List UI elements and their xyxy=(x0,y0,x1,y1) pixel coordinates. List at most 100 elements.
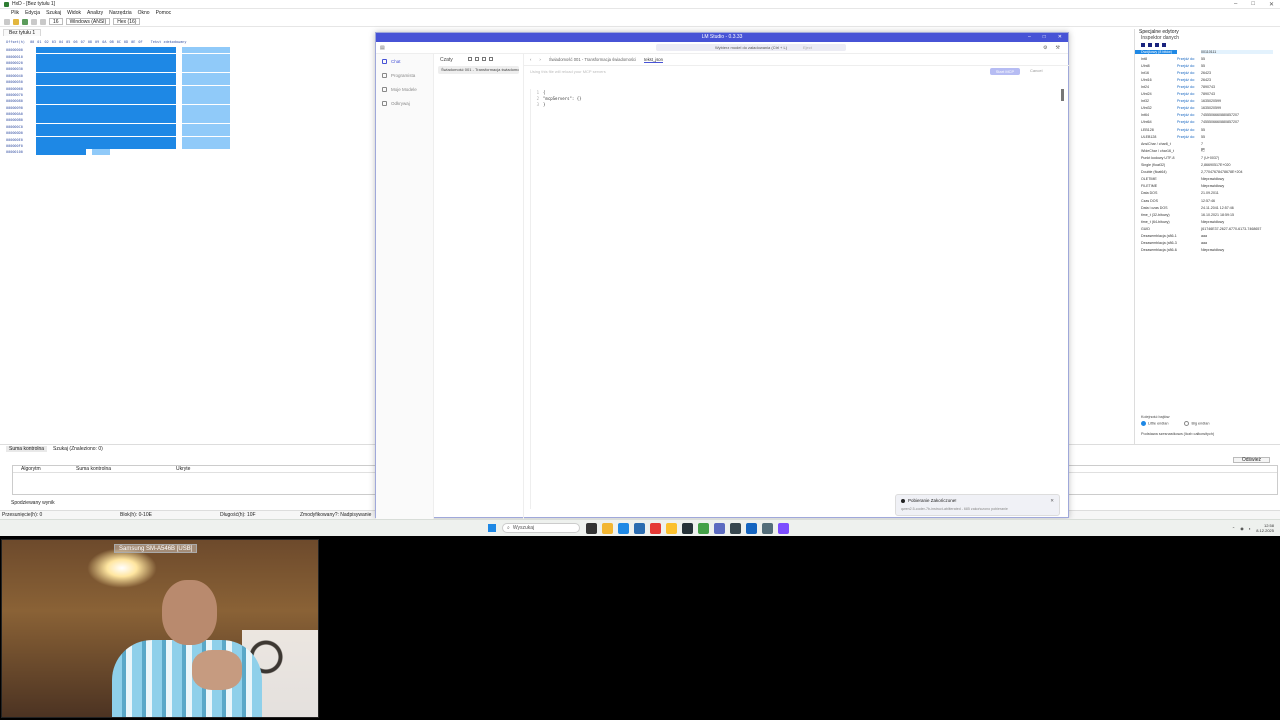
decoded-text-selection[interactable] xyxy=(182,104,230,111)
app-icon[interactable] xyxy=(714,523,725,534)
document-tab[interactable]: Bez tytułu 1 xyxy=(3,29,42,36)
edge-icon[interactable] xyxy=(618,523,629,534)
goto-link[interactable]: Przejdź do: xyxy=(1177,99,1201,103)
wrench-icon[interactable]: ⚒ xyxy=(1056,45,1060,51)
sidebar-item-discover[interactable]: Odkrywaj xyxy=(376,96,433,110)
base-select[interactable]: Hex (16) xyxy=(113,18,141,25)
col-checksum[interactable]: Suma kontrolna xyxy=(68,466,168,472)
decoded-text-selection[interactable] xyxy=(182,143,230,150)
minus-icon[interactable] xyxy=(467,57,472,61)
inspector-row[interactable]: Data i czas DOS 24.11.2041 12:57:46 xyxy=(1135,204,1280,211)
goto-link[interactable]: Przejdź do: xyxy=(1177,135,1201,139)
goto-link[interactable]: Przejdź do: xyxy=(1177,128,1201,132)
col-hidden[interactable]: Ukryte xyxy=(168,466,190,472)
hex-bytes-selection[interactable] xyxy=(36,98,176,105)
plus-icon[interactable] xyxy=(488,57,493,61)
brave-icon[interactable] xyxy=(650,523,661,534)
hex-row[interactable]: 00000010 xyxy=(6,53,246,60)
decoded-text-selection[interactable] xyxy=(182,79,230,86)
inspector-row[interactable]: Dwójkowy (8 bitów) 00110111 xyxy=(1135,48,1280,55)
inspector-row[interactable]: UInt16 Przejdź do: 26423 xyxy=(1135,76,1280,83)
inspector-row[interactable]: ULEB128 Przejdź do: 55 xyxy=(1135,133,1280,140)
hex-bytes-selection[interactable] xyxy=(36,130,176,137)
chevron-up-icon[interactable]: ⌃ xyxy=(1232,526,1235,531)
editor-scrollbar[interactable] xyxy=(1061,89,1064,101)
hex-bytes-selection[interactable] xyxy=(36,91,176,98)
hex-row[interactable]: 000000E0 xyxy=(6,136,246,143)
hex-bytes-selection[interactable] xyxy=(36,85,176,92)
inspector-row[interactable]: Int64 Przejdź do: 7455506660880857207 xyxy=(1135,112,1280,119)
goto-link[interactable]: Przejdź do: xyxy=(1177,120,1201,124)
menu-tools[interactable]: Narzędzia xyxy=(109,10,132,16)
little-endian-radio[interactable]: Little endian xyxy=(1141,421,1168,426)
next-icon[interactable] xyxy=(1155,42,1159,47)
goto-link[interactable]: Przejdź do: xyxy=(1177,71,1201,75)
back-icon[interactable]: ‹ xyxy=(530,57,531,62)
hex-bytes-selection[interactable] xyxy=(36,59,176,66)
hex-row[interactable]: 000000A0 xyxy=(6,111,246,118)
hex-row[interactable]: 00000000 xyxy=(6,47,246,54)
first-icon[interactable] xyxy=(1141,42,1145,47)
hex-row[interactable]: 00000020 xyxy=(6,59,246,66)
model-selector[interactable]: Wybierz model do załadowania (Ctrl + L) xyxy=(656,44,846,51)
new-file-icon[interactable] xyxy=(4,18,10,25)
hex-bytes-selection[interactable] xyxy=(36,53,176,60)
task-view-icon[interactable] xyxy=(586,523,597,534)
menu-view[interactable]: Widok xyxy=(67,10,81,16)
inspector-row[interactable]: Double (float64) 2,77047678478678E+204 xyxy=(1135,169,1280,176)
folder-plus-icon[interactable] xyxy=(481,57,486,61)
inspector-row[interactable]: Dezasemblacja (x86-64) Nieprawidłowy xyxy=(1135,247,1280,254)
goto-link[interactable]: Przejdź do: xyxy=(1177,78,1201,82)
inspector-row[interactable]: Single (float32) 2,86690517E+020 xyxy=(1135,162,1280,169)
inspector-row[interactable]: AnsiChar / char8_t 7 xyxy=(1135,140,1280,147)
sidebar-toggle-icon[interactable]: ▤ xyxy=(380,45,385,51)
chrome-icon[interactable] xyxy=(666,523,677,534)
goto-link[interactable]: Przejdź do: xyxy=(1177,106,1201,110)
app-icon[interactable] xyxy=(698,523,709,534)
hex-row[interactable]: 000000F0 xyxy=(6,143,246,150)
hex-row[interactable]: 00000080 xyxy=(6,98,246,105)
inspector-row[interactable]: time_t (32-bitowy) 16.10.2021 18:59:15 xyxy=(1135,211,1280,218)
inspector-row[interactable]: Int16 Przejdź do: 26423 xyxy=(1135,69,1280,76)
close-icon[interactable]: ✕ xyxy=(1269,1,1274,8)
menu-help[interactable]: Pomoc xyxy=(156,10,172,16)
minimize-icon[interactable]: – xyxy=(1028,33,1031,42)
decoded-text-selection[interactable] xyxy=(92,149,110,156)
hex-bytes-selection[interactable] xyxy=(36,123,176,130)
decoded-text-selection[interactable] xyxy=(182,136,230,143)
inspector-row[interactable]: UInt24 Przejdź do: 7890743 xyxy=(1135,91,1280,98)
big-endian-radio[interactable]: Big endian xyxy=(1184,421,1209,426)
decoded-text-selection[interactable] xyxy=(182,117,230,124)
inspector-row[interactable]: WideChar / char16_t 杷 xyxy=(1135,147,1280,154)
network-icon[interactable]: ◉ xyxy=(1240,526,1244,531)
eject-button[interactable]: Eject xyxy=(803,45,812,50)
hex-row[interactable]: 00000090 xyxy=(6,104,246,111)
hex-bytes-selection[interactable] xyxy=(36,111,176,118)
hex-bytes-selection[interactable] xyxy=(36,104,176,111)
inspector-row[interactable]: time_t (64-bitowy) Nieprawidłowy xyxy=(1135,218,1280,225)
hex-row[interactable]: 00000030 xyxy=(6,66,246,73)
decoded-text-selection[interactable] xyxy=(182,111,230,118)
decoded-text-selection[interactable] xyxy=(182,66,230,73)
menu-file[interactable]: Plik xyxy=(11,10,19,16)
inspector-row[interactable]: LEB128 Przejdź do: 55 xyxy=(1135,126,1280,133)
inspector-row[interactable]: Dezasemblacja (x86-32) aaa xyxy=(1135,240,1280,247)
hex-bytes-selection[interactable] xyxy=(36,143,176,150)
open-folder-icon[interactable] xyxy=(13,18,19,25)
hex-bytes-selection[interactable] xyxy=(36,66,176,73)
hex-row[interactable]: 000000B0 xyxy=(6,117,246,124)
hex-bytes-selection[interactable] xyxy=(36,117,176,124)
inspector-row[interactable]: Punkt kodowy UTF-8 7 (U+0037) xyxy=(1135,154,1280,161)
inspector-row[interactable]: Czas DOS 12:57:46 xyxy=(1135,197,1280,204)
hex-bytes-selection[interactable] xyxy=(36,149,86,156)
decoded-text-selection[interactable] xyxy=(182,53,230,60)
menu-analysis[interactable]: Analizy xyxy=(87,10,103,16)
hex-row[interactable]: 00000100 xyxy=(6,149,246,156)
decoded-text-selection[interactable] xyxy=(182,59,230,66)
taskbar-search[interactable]: ⌕ Wyszukaj xyxy=(502,523,580,533)
decoded-text-selection[interactable] xyxy=(182,130,230,137)
hex-base-checkbox[interactable]: Podstawa szesnastkowa (liczb całkowitych… xyxy=(1141,432,1277,436)
goto-link[interactable]: Przejdź do: xyxy=(1177,57,1201,61)
tab-search[interactable]: Szukaj (Znaleziono: 0) xyxy=(53,446,103,452)
menu-search[interactable]: Szukaj xyxy=(46,10,61,16)
